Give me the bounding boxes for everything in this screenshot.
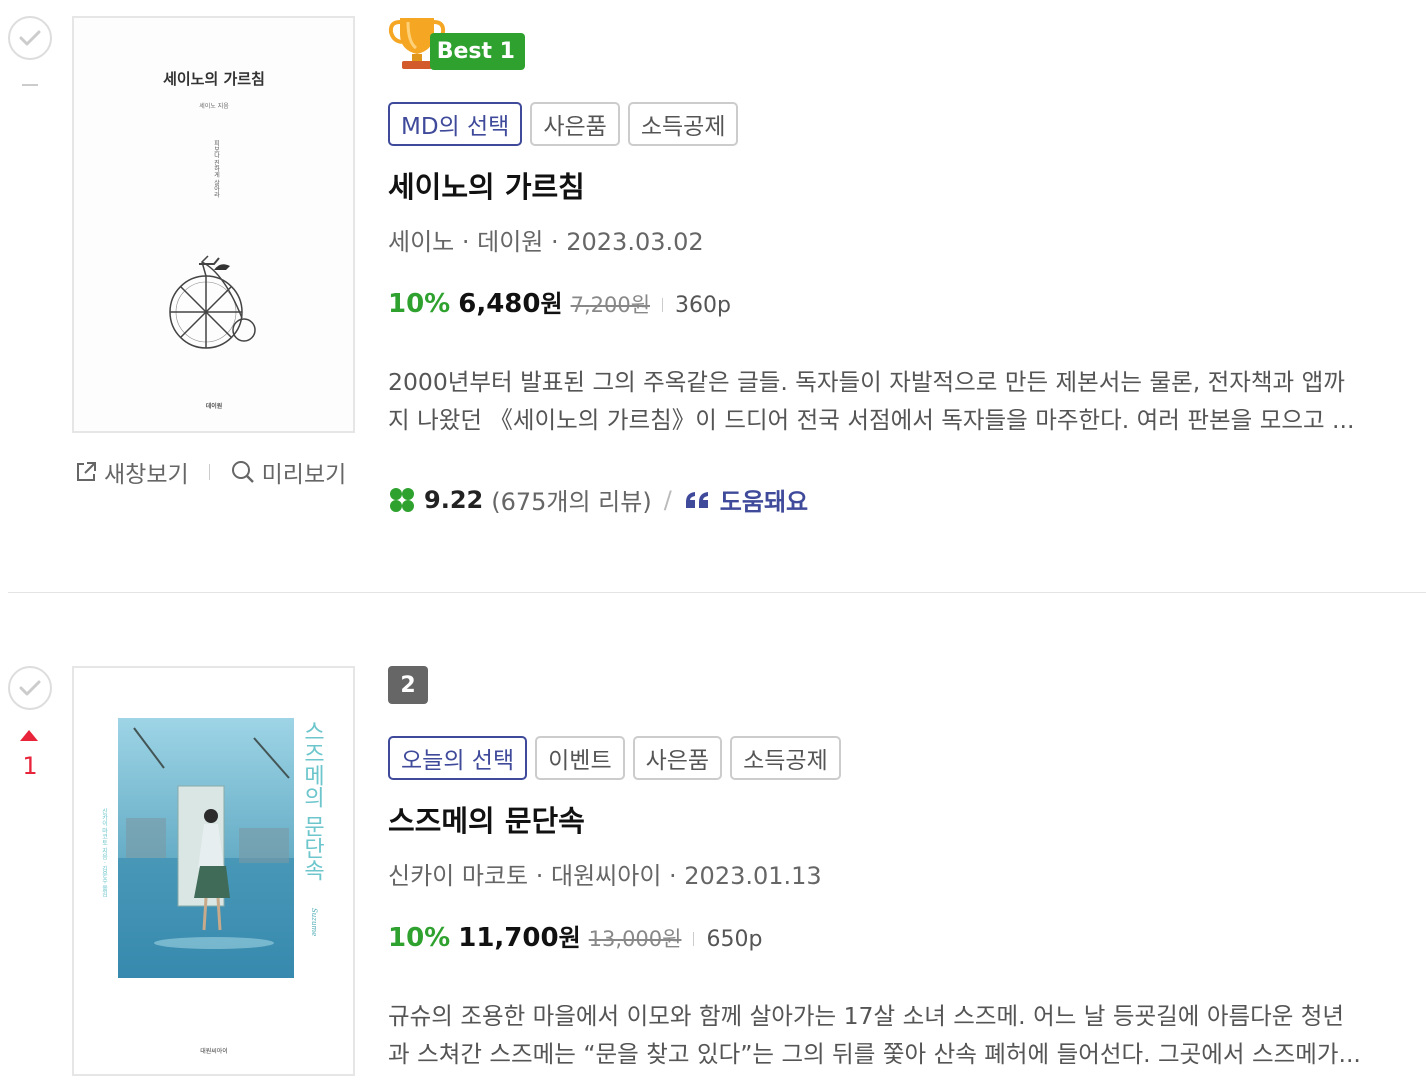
clover-icon xyxy=(390,487,414,512)
new-window-label: 새창보기 xyxy=(104,462,189,488)
price-row: 10% 6,480 원 7,200원 360p xyxy=(388,284,731,319)
book-cover[interactable]: 세이노의 가르침 세이노 지음 피보다 진하게 살아라 데이원 xyxy=(72,16,355,433)
check-icon xyxy=(19,30,41,46)
external-link-icon xyxy=(77,462,96,481)
discount-rate: 10% xyxy=(388,923,451,953)
cover-actions: 새창보기 미리보기 xyxy=(74,455,346,489)
cover-vertical-text: 피보다 진하게 살아라 xyxy=(213,139,220,199)
preview-label: 미리보기 xyxy=(261,462,347,488)
rank-number-badge: 2 xyxy=(388,666,428,704)
rank-change: 1 xyxy=(22,752,38,780)
book-meta: 세이노 · 데이원 · 2023.03.02 xyxy=(388,228,704,256)
cover-illustration: 스즈메의 문단속 신카이 마코토 지음 · 김윤수 옮김 Suzume 대원씨아… xyxy=(74,668,353,1074)
original-price: 13,000원 xyxy=(588,927,682,951)
new-window-button[interactable]: 새창보기 xyxy=(74,455,189,489)
description-line: 지 나왔던 《세이노의 가르침》이 드디어 전국 서점에서 독자들을 마주한다.… xyxy=(388,406,1355,434)
tag-event[interactable]: 이벤트 xyxy=(535,736,625,780)
best-rank-badge: Best 1 xyxy=(430,33,525,70)
book-description[interactable]: 규슈의 조용한 마을에서 이모와 함께 살아가는 17살 소녀 스즈메. 어느 … xyxy=(388,997,1418,1073)
select-checkbox[interactable] xyxy=(8,16,52,60)
cover-publisher: 데이원 xyxy=(206,402,223,410)
quote-icon xyxy=(685,491,708,508)
book-title[interactable]: 스즈메의 문단속 xyxy=(388,798,585,840)
girl-figure xyxy=(204,809,218,823)
check-icon xyxy=(19,680,41,696)
tag-tax-deduction[interactable]: 소득공제 xyxy=(627,102,739,146)
cover-author: 세이노 지음 xyxy=(199,102,229,110)
description-line: 과 스쳐간 스즈메는 “문을 찾고 있다”는 그의 뒤를 쫓아 산속 폐허에 들… xyxy=(388,1040,1361,1068)
cover-title-vertical: 스즈메의 문단속 xyxy=(300,720,325,881)
search-icon xyxy=(231,461,254,483)
cover-title: 세이노의 가르침 xyxy=(163,70,265,88)
cover-author-vertical: 신카이 마코토 지음 · 김윤수 옮김 xyxy=(101,807,108,897)
tag-list: MD의 선택 사은품 소득공제 xyxy=(388,102,739,146)
price-row: 10% 11,700 원 13,000원 650p xyxy=(388,918,762,953)
currency-unit: 원 xyxy=(558,924,581,952)
tag-gift[interactable]: 사은품 xyxy=(530,102,620,146)
book-title[interactable]: 세이노의 가르침 xyxy=(388,164,585,206)
divider xyxy=(208,464,210,480)
book-meta: 신카이 마코토 · 대원씨아이 · 2023.01.13 xyxy=(388,862,822,890)
book-cover[interactable]: 스즈메의 문단속 신카이 마코토 지음 · 김윤수 옮김 Suzume 대원씨아… xyxy=(72,666,355,1076)
sale-price: 11,700 xyxy=(458,923,559,953)
select-checkbox[interactable] xyxy=(8,666,52,710)
rating-score: 9.22 xyxy=(424,485,484,514)
page-count: 650p xyxy=(706,927,763,952)
cover-illustration: 세이노의 가르침 세이노 지음 피보다 진하게 살아라 데이원 xyxy=(74,18,353,431)
tag-list: 오늘의 선택 이벤트 사은품 소득공제 xyxy=(388,736,841,780)
book-description[interactable]: 2000년부터 발표된 그의 주옥같은 글들. 독자들이 자발적으로 만든 제본… xyxy=(388,363,1418,439)
sale-price: 6,480 xyxy=(458,289,541,319)
rank-up-icon xyxy=(20,730,38,741)
description-line: 규슈의 조용한 마을에서 이모와 함께 살아가는 17살 소녀 스즈메. 어느 … xyxy=(388,1002,1345,1030)
rank-unchanged-indicator xyxy=(22,84,38,86)
tag-today-choice[interactable]: 오늘의 선택 xyxy=(388,736,528,780)
page-count: 360p xyxy=(675,293,731,318)
helpful-button[interactable]: 도움돼요 xyxy=(684,482,808,517)
discount-rate: 10% xyxy=(388,289,451,319)
original-price: 7,200원 xyxy=(570,293,651,317)
tag-tax-deduction[interactable]: 소득공제 xyxy=(730,736,841,780)
preview-button[interactable]: 미리보기 xyxy=(230,455,347,489)
divider: / xyxy=(663,485,672,514)
divider xyxy=(693,932,695,946)
tag-gift[interactable]: 사은품 xyxy=(632,736,723,780)
helpful-label: 도움돼요 xyxy=(719,488,809,516)
currency-unit: 원 xyxy=(540,290,563,318)
cover-brand: Suzume xyxy=(310,908,318,936)
description-line: 2000년부터 발표된 그의 주옥같은 글들. 독자들이 자발적으로 만든 제본… xyxy=(388,368,1345,396)
review-count[interactable]: (675개의 리뷰) xyxy=(491,482,651,517)
rating-row: 9.22 (675개의 리뷰) / 도움돼요 xyxy=(388,482,808,517)
tag-md-choice[interactable]: MD의 선택 xyxy=(388,102,523,146)
cover-publisher: 대원씨아이 xyxy=(200,1047,228,1055)
divider xyxy=(662,298,664,312)
